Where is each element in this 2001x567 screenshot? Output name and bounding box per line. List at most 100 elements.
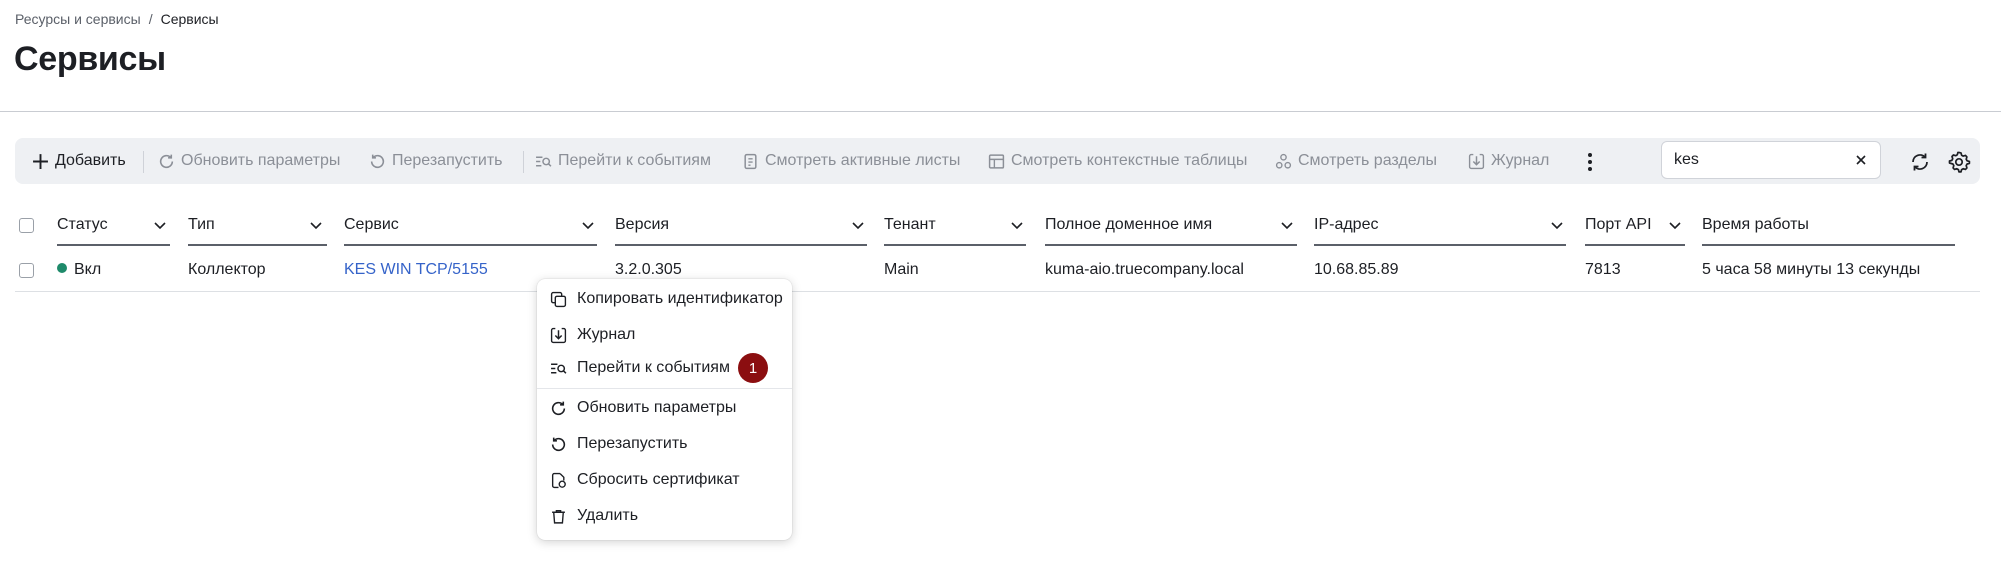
settings-gear-icon[interactable] [1947,150,1971,174]
toolbar-divider [143,151,144,173]
restart-label: Перезапустить [392,152,503,169]
column-header-version[interactable]: Версия [615,216,669,234]
status-text: Вкл [74,261,102,278]
service-link[interactable]: KES WIN TCP/5155 [344,261,488,279]
row-divider [15,291,1980,292]
toolbar-divider [523,151,524,173]
chevron-down-icon[interactable] [309,218,323,232]
restart-icon [370,154,385,168]
update-params-label: Обновить параметры [181,152,341,169]
search-input[interactable] [1674,148,1844,172]
menu-item-restart[interactable]: Перезапустить [537,429,792,459]
active-lists-label: Смотреть активные листы [765,152,961,169]
context-tables-label: Смотреть контекстные таблицы [1011,152,1248,169]
cell-fqdn: kuma-aio.truecompany.local [1045,261,1244,278]
step-badge: 1 [738,353,768,383]
menu-item-journal[interactable]: Журнал [537,320,792,350]
menu-item-label: Удалить [577,507,639,524]
status-badge: Вкл [57,261,101,279]
refresh-icon [159,154,174,168]
column-header-underline [1702,244,1955,246]
row-checkbox[interactable] [19,263,34,278]
copy-icon [550,291,567,307]
column-header-tenant[interactable]: Тенант [884,216,936,234]
column-header-underline [344,244,597,246]
partitions-button[interactable]: Смотреть разделы [1275,138,1437,184]
chevron-down-icon[interactable] [1280,218,1294,232]
menu-item-copy-id[interactable]: Копировать идентификатор [537,284,792,314]
column-header-underline [1585,244,1685,246]
breadcrumb-separator: / [148,11,153,27]
chevron-down-icon[interactable] [153,218,167,232]
journal-button[interactable]: Журнал [1468,138,1549,184]
select-all-checkbox[interactable] [19,218,34,233]
breadcrumb-current: Сервисы [160,11,219,27]
column-header-underline [884,244,1026,246]
certificate-reset-icon [551,472,566,488]
header-divider [0,111,2001,112]
go-to-events-button[interactable]: Перейти к событиям [535,138,711,184]
menu-item-reset-certificate[interactable]: Сбросить сертификат [537,465,792,495]
menu-item-label: Перезапустить [577,435,688,452]
refresh-icon [551,401,566,415]
column-header-status[interactable]: Статус [57,216,108,234]
chevron-down-icon[interactable] [851,218,865,232]
menu-item-label: Перейти к событиям [577,359,730,376]
menu-item-label: Журнал [577,326,636,343]
cell-version: 3.2.0.305 [615,261,682,278]
menu-item-update-params[interactable]: Обновить параметры [537,393,792,423]
column-header-fqdn[interactable]: Полное доменное имя [1045,216,1212,234]
add-button-label: Добавить [55,152,126,169]
column-header-underline [1045,244,1297,246]
menu-item-delete[interactable]: Удалить [537,501,792,531]
add-button[interactable]: Добавить [32,138,126,184]
menu-item-label: Обновить параметры [577,399,737,416]
trash-icon [552,509,565,524]
chevron-down-icon[interactable] [1668,218,1682,232]
breadcrumb-parent[interactable]: Ресурсы и сервисы [15,11,141,27]
column-header-type[interactable]: Тип [188,216,215,234]
page-title: Сервисы [14,40,166,78]
chevron-down-icon[interactable] [1550,218,1564,232]
column-header-underline [615,244,867,246]
update-params-button[interactable]: Обновить параметры [158,138,340,184]
column-header-underline [57,244,170,246]
active-lists-button[interactable]: Смотреть активные листы [742,138,960,184]
restart-button[interactable]: Перезапустить [369,138,503,184]
search-box [1661,141,1881,179]
chevron-down-icon[interactable] [1010,218,1024,232]
cell-type: Коллектор [188,261,266,278]
toolbar: Добавить Обновить параметры Перезапустит… [15,138,1980,184]
restart-icon [551,437,566,451]
column-header-underline [188,244,327,246]
list-document-icon [744,153,757,169]
column-header-ip[interactable]: IP-адрес [1314,216,1378,234]
partitions-label: Смотреть разделы [1298,152,1437,169]
clear-search-icon[interactable] [1854,153,1868,167]
journal-label: Журнал [1491,152,1550,169]
more-icon[interactable] [1578,150,1602,174]
menu-divider [537,388,792,389]
cell-uptime: 5 часа 58 минуты 13 секунды [1702,261,1921,278]
partitions-icon [1275,153,1292,169]
download-icon [1468,153,1485,169]
context-tables-button[interactable]: Смотреть контекстные таблицы [988,138,1247,184]
context-menu: Копировать идентификатор Журнал Перейти … [537,279,792,540]
column-header-uptime[interactable]: Время работы [1702,216,1809,234]
menu-item-label: Копировать идентификатор [577,290,783,307]
cell-tenant: Main [884,261,919,278]
column-header-service[interactable]: Сервис [344,216,399,234]
plus-icon [33,153,48,169]
menu-item-label: Сбросить сертификат [577,471,740,488]
chevron-down-icon[interactable] [581,218,595,232]
column-header-api-port[interactable]: Порт API [1585,216,1652,234]
cell-api-port: 7813 [1585,261,1621,278]
column-header-underline [1314,244,1566,246]
download-icon [550,327,567,343]
go-to-events-label: Перейти к событиям [558,152,711,169]
events-search-icon [536,156,552,167]
refresh-table-icon[interactable] [1908,150,1932,174]
cell-ip: 10.68.85.89 [1314,261,1399,278]
status-dot [57,263,67,273]
table-icon [988,153,1005,169]
